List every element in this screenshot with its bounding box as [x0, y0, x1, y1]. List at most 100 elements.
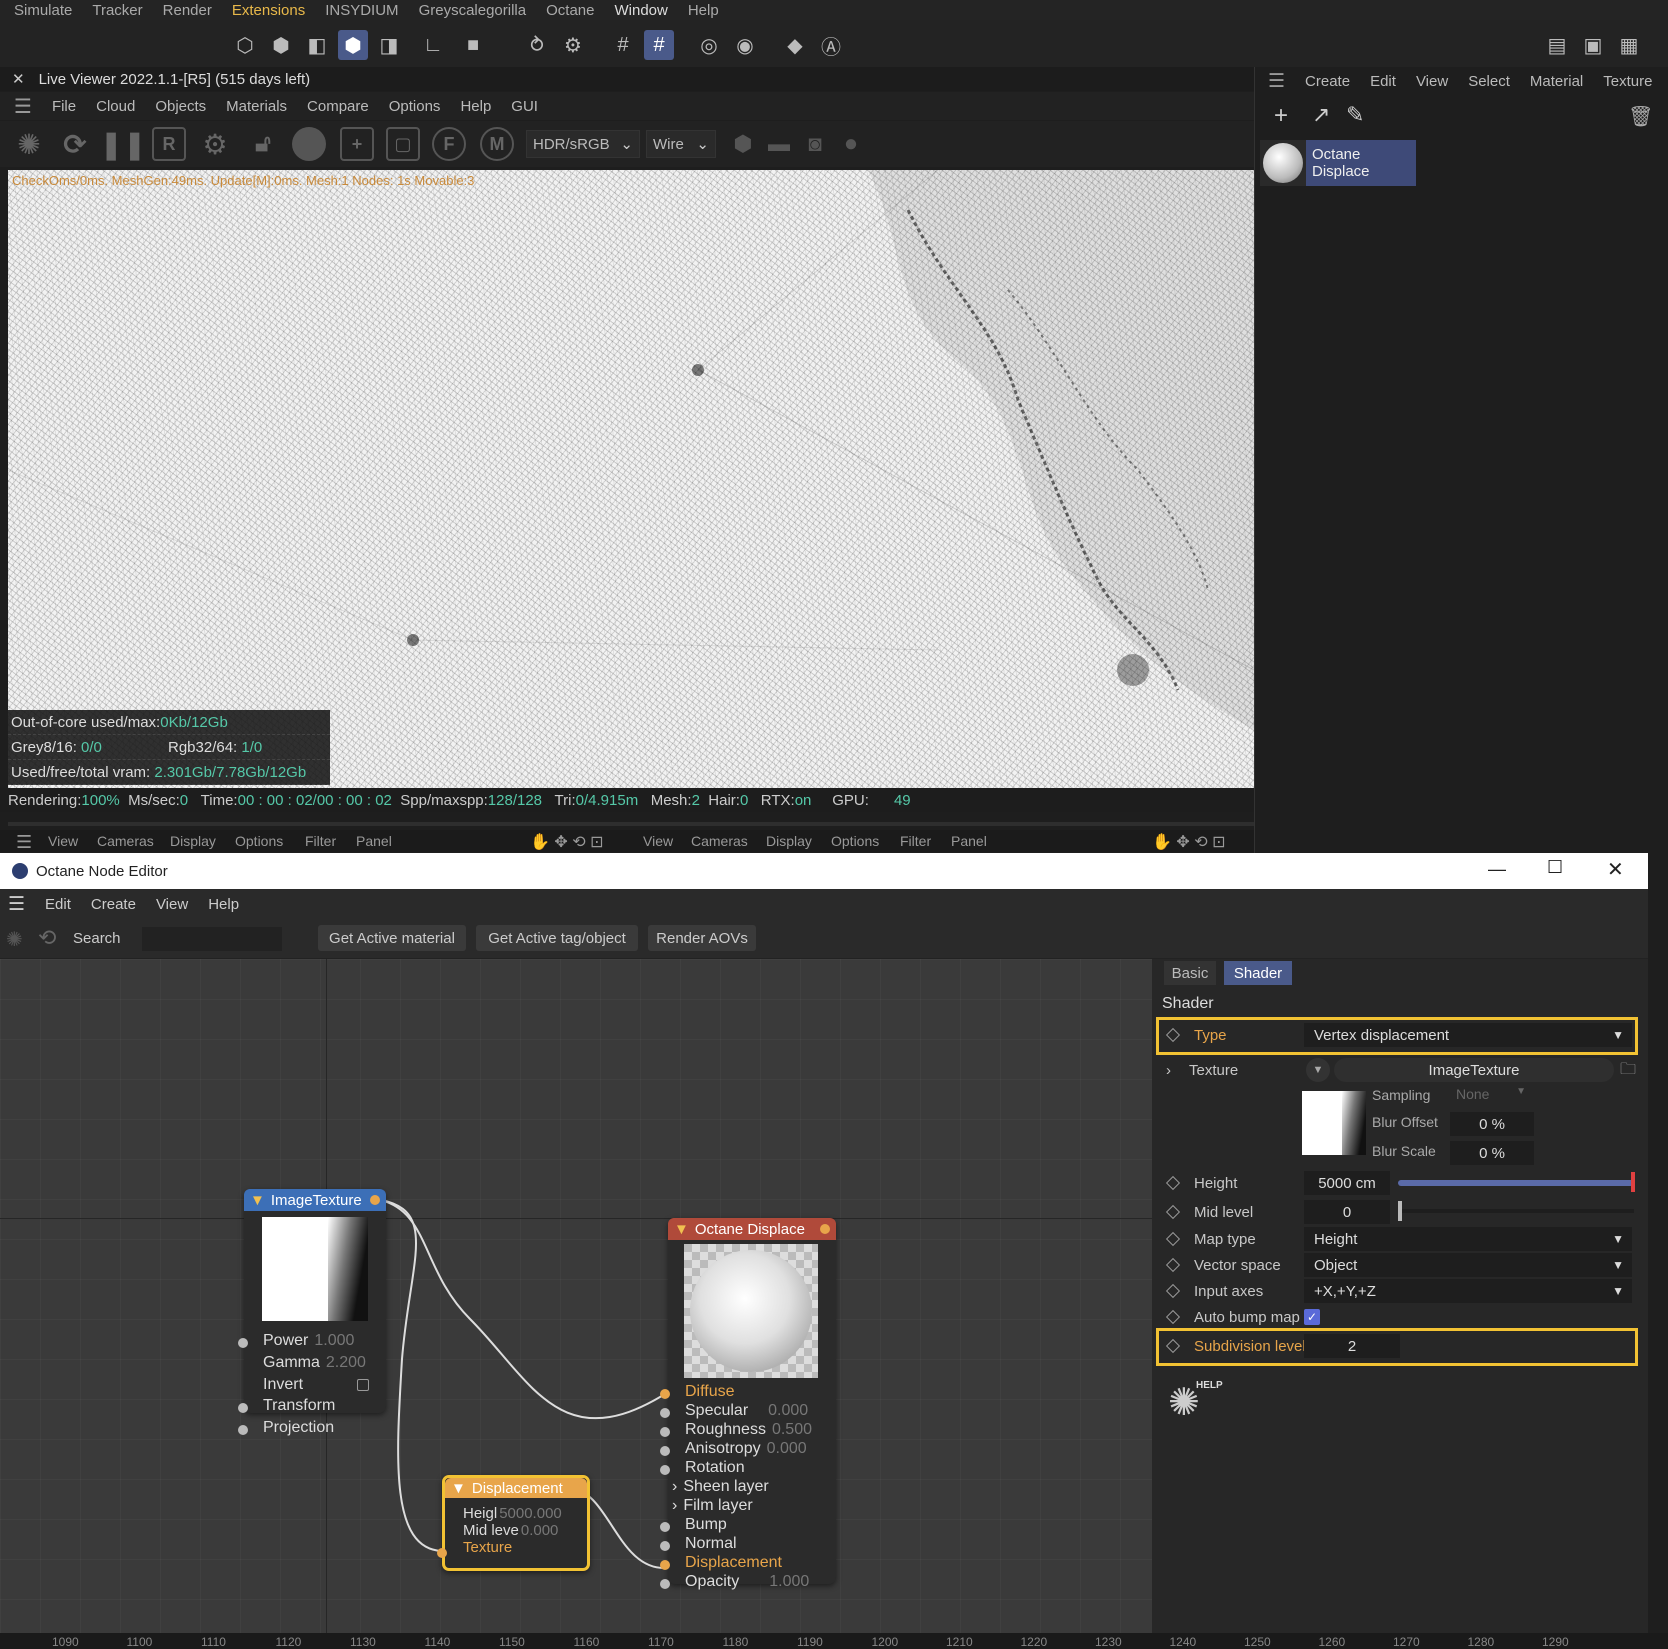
lv-menu-options[interactable]: Options [389, 98, 441, 115]
menu-insydium[interactable]: INSYDIUM [325, 2, 398, 19]
timeline-ruler[interactable]: 1090 1100 1110 1120 1130 1140 1150 1160 1170 1180… [0, 1633, 1668, 1649]
workplane-icon[interactable]: # [644, 30, 674, 60]
add-icon[interactable]: + [1274, 102, 1288, 130]
axis-icon[interactable]: ∟ [418, 30, 448, 60]
normal-pin[interactable] [660, 1541, 670, 1551]
keyframe-diamond-icon[interactable] [1165, 1338, 1181, 1354]
render-view-icon[interactable]: ▣ [1578, 30, 1608, 60]
maximize-icon[interactable]: ☐ [1547, 857, 1563, 878]
power-pin[interactable] [238, 1338, 248, 1348]
tab-shader[interactable]: Shader [1224, 961, 1292, 985]
bump-pin[interactable] [660, 1522, 670, 1532]
solo-icon[interactable]: ■ [458, 30, 488, 60]
region-render-icon[interactable]: R [152, 127, 186, 161]
model-mode-icon[interactable]: ⬢ [338, 30, 368, 60]
maptype-dropdown[interactable]: Height ▼ [1304, 1227, 1632, 1251]
keyframe-diamond-icon[interactable] [1165, 1309, 1181, 1325]
vectorspace-dropdown[interactable]: Object ▼ [1304, 1253, 1632, 1277]
material-output-pin[interactable] [820, 1224, 830, 1234]
displacement-output-pin[interactable] [570, 1483, 580, 1493]
snap-icon[interactable]: ⥁ [522, 30, 552, 60]
ne-menu-edit[interactable]: Edit [45, 896, 71, 913]
lock-icon[interactable]: 🔓︎ [246, 127, 280, 161]
vp-menu-filter[interactable]: Filter [305, 833, 336, 849]
search-input[interactable] [142, 927, 282, 951]
menu-render[interactable]: Render [163, 2, 212, 19]
opacity-pin[interactable] [660, 1579, 670, 1589]
add-region-icon[interactable]: + [340, 127, 374, 161]
displacement-node[interactable]: ▼ Displacement Heigl 5000.000 Mid leve 0.0… [442, 1475, 590, 1571]
mm-menu-edit[interactable]: Edit [1370, 73, 1396, 90]
rotation-pin[interactable] [660, 1465, 670, 1475]
vp-menu-panel[interactable]: Panel [356, 833, 392, 849]
get-active-material-button[interactable]: Get Active material [318, 925, 466, 951]
render-mode-dropdown[interactable]: Wire ⌄ [646, 130, 716, 158]
menu-extensions[interactable]: Extensions [232, 2, 305, 19]
hamburger-icon[interactable]: ☰ [8, 893, 25, 916]
menu-simulate[interactable]: Simulate [14, 2, 72, 19]
vp2-menu-cameras[interactable]: Cameras [691, 833, 748, 849]
vp2-menu-view[interactable]: View [643, 833, 673, 849]
material-picker-icon[interactable]: M [480, 127, 514, 161]
menu-octane[interactable]: Octane [546, 2, 594, 19]
inputaxes-dropdown[interactable]: +X,+Y,+Z ▼ [1304, 1279, 1632, 1303]
refresh-icon[interactable]: ⟲ [38, 925, 56, 951]
hamburger-icon[interactable]: ☰ [14, 94, 32, 119]
focus-picker-icon[interactable]: F [432, 127, 466, 161]
grid-icon[interactable]: # [608, 30, 638, 60]
pause-icon[interactable]: ❚❚ [100, 127, 147, 161]
mm-menu-texture[interactable]: Texture [1603, 73, 1652, 90]
polygons-mode-icon[interactable]: ◧ [302, 30, 332, 60]
collapse-triangle-icon[interactable]: ▼ [674, 1221, 689, 1238]
close-window-icon[interactable]: ✕ [1607, 857, 1624, 882]
material-item[interactable]: Octane Displace [1260, 140, 1422, 186]
octane-a-icon[interactable]: Ⓐ [816, 30, 846, 60]
film-icon[interactable]: ▬ [762, 127, 796, 161]
arrow-icon[interactable]: ↗ [1312, 102, 1330, 128]
material-node-header[interactable]: ▼ Octane Displace [668, 1218, 836, 1240]
autobump-checkbox[interactable]: ✓ [1304, 1309, 1320, 1325]
sampling-dropdown[interactable]: None ▼ [1448, 1086, 1532, 1106]
type-dropdown[interactable]: Vertex displacement ▼ [1304, 1023, 1632, 1047]
octane-logo-icon[interactable]: ✺ [12, 127, 46, 161]
blur-scale-field[interactable]: 0 % [1450, 1141, 1534, 1165]
menu-help[interactable]: Help [688, 2, 719, 19]
minimize-icon[interactable]: — [1488, 859, 1506, 880]
edges-mode-icon[interactable]: ⬢ [266, 30, 296, 60]
image-texture-node-header[interactable]: ▼ ImageTexture [244, 1189, 386, 1211]
lv-menu-cloud[interactable]: Cloud [96, 98, 135, 115]
hamburger-icon[interactable]: ☰ [16, 832, 32, 853]
collapse-triangle-icon[interactable]: ▼ [451, 1480, 466, 1497]
close-icon[interactable]: ✕ [12, 70, 25, 88]
menu-greyscalegorilla[interactable]: Greyscalegorilla [419, 2, 527, 19]
specular-pin[interactable] [660, 1408, 670, 1418]
image-texture-output-pin[interactable] [370, 1195, 380, 1205]
menu-tracker[interactable]: Tracker [92, 2, 142, 19]
vp2-menu-display[interactable]: Display [766, 833, 812, 849]
eyedropper-icon[interactable]: ✎ [1346, 102, 1364, 128]
height-slider[interactable] [1398, 1180, 1634, 1186]
height-slider-handle[interactable] [1631, 1172, 1635, 1192]
lv-menu-materials[interactable]: Materials [226, 98, 287, 115]
vp-menu-view[interactable]: View [48, 833, 78, 849]
mm-menu-view[interactable]: View [1416, 73, 1448, 90]
trash-icon[interactable]: 🗑︎ [1628, 104, 1653, 129]
midlevel-slider-handle[interactable] [1398, 1201, 1402, 1221]
keyframe-diamond-icon[interactable] [1165, 1257, 1181, 1273]
octane-gear-icon[interactable]: ✺ [6, 927, 23, 952]
lv-menu-help[interactable]: Help [460, 98, 491, 115]
midlevel-slider[interactable] [1398, 1209, 1634, 1213]
material-sphere-icon[interactable] [292, 127, 326, 161]
hexagon-icon[interactable]: ⬢ [726, 127, 760, 161]
mm-menu-select[interactable]: Select [1468, 73, 1510, 90]
lv-menu-objects[interactable]: Objects [155, 98, 206, 115]
radial-icon[interactable]: ◎ [694, 30, 724, 60]
node-row-sheen[interactable]: › Sheen layer [672, 1478, 769, 1496]
lv-menu-file[interactable]: File [52, 98, 76, 115]
displacement-pin[interactable] [660, 1560, 670, 1570]
render-settings-icon[interactable]: ▦ [1614, 30, 1644, 60]
invert-checkbox[interactable] [357, 1379, 369, 1391]
target-icon[interactable]: ◉ [730, 30, 760, 60]
uv-mode-icon[interactable]: ◨ [374, 30, 404, 60]
expand-chevron-icon[interactable]: › [1166, 1062, 1171, 1079]
